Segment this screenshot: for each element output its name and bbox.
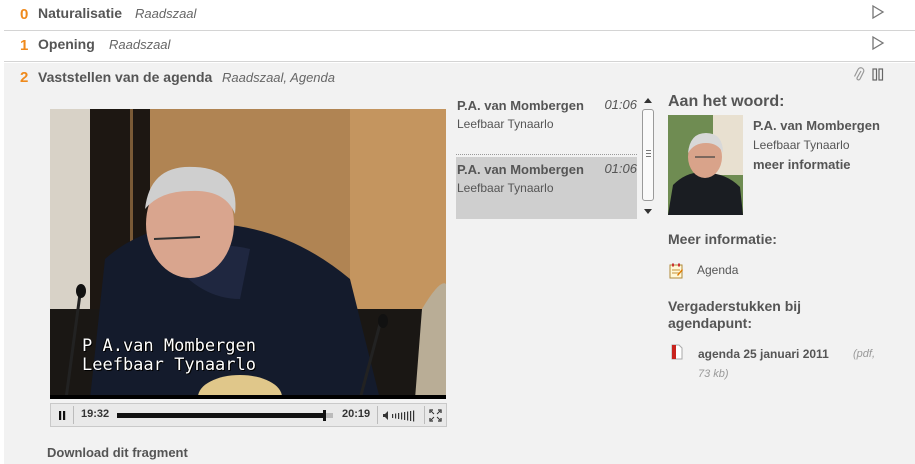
speaker-photo bbox=[668, 115, 743, 215]
agenda-item-number: 2 bbox=[20, 69, 29, 86]
scroll-down-icon[interactable] bbox=[644, 209, 652, 215]
scroll-up-icon[interactable] bbox=[644, 97, 652, 103]
play-icon[interactable] bbox=[871, 4, 885, 20]
seek-bar[interactable] bbox=[117, 410, 333, 421]
pdf-icon bbox=[671, 344, 683, 360]
speaker-list-scrollbar[interactable] bbox=[641, 93, 655, 219]
agenda-item-0[interactable]: 0 Naturalisatie Raadszaal bbox=[4, 0, 915, 31]
speaker-more-info-link[interactable]: meer informatie bbox=[753, 157, 851, 172]
speaker-name: P.A. van Mombergen bbox=[457, 98, 584, 113]
agenda-item-1[interactable]: 1 Opening Raadszaal bbox=[4, 31, 915, 62]
current-time: 19:32 bbox=[81, 408, 110, 420]
scrollbar-thumb[interactable] bbox=[642, 109, 654, 201]
play-icon[interactable] bbox=[871, 35, 885, 51]
document-size: 73 kb) bbox=[698, 368, 729, 380]
seek-bar-handle[interactable] bbox=[323, 410, 326, 421]
speaker-party: Leefbaar Tynaarlo bbox=[457, 181, 554, 195]
speaker-party: Leefbaar Tynaarlo bbox=[753, 138, 850, 152]
agenda-icon bbox=[669, 263, 683, 279]
divider bbox=[456, 154, 637, 155]
agenda-item-title[interactable]: Vaststellen van de agenda bbox=[38, 69, 212, 85]
video-controls: 19:32 20:19 bbox=[50, 403, 447, 427]
divider bbox=[73, 406, 74, 424]
agenda-item-number: 1 bbox=[20, 37, 29, 54]
divider bbox=[424, 406, 425, 424]
agenda-item-expanded: 2 Vaststellen van de agenda Raadszaal, A… bbox=[4, 63, 915, 464]
document-link[interactable]: agenda 25 januari 2011 bbox=[698, 347, 829, 361]
caption-line-name: P A.van Mombergen bbox=[82, 336, 256, 356]
duration: 20:19 bbox=[342, 408, 371, 420]
speaker-list-item[interactable]: P.A. van Mombergen Leefbaar Tynaarlo 01:… bbox=[456, 93, 637, 155]
document-type: (pdf, bbox=[853, 348, 876, 360]
divider bbox=[377, 406, 378, 424]
fullscreen-icon[interactable] bbox=[429, 409, 442, 422]
download-fragment-link[interactable]: Download dit fragment bbox=[47, 445, 188, 460]
pause-icon[interactable] bbox=[872, 68, 884, 81]
agenda-item-number: 0 bbox=[20, 6, 29, 23]
agenda-item-location: Raadszaal bbox=[135, 6, 197, 21]
speaker-time: 01:06 bbox=[604, 161, 637, 176]
vergaderstukken-heading: Vergaderstukken bij agendapunt: bbox=[668, 298, 802, 331]
meer-informatie-heading: Meer informatie: bbox=[668, 231, 777, 247]
volume-icon[interactable] bbox=[382, 409, 420, 422]
aan-het-woord-heading: Aan het woord: bbox=[668, 93, 785, 110]
speaker-list-item-selected[interactable]: P.A. van Mombergen Leefbaar Tynaarlo 01:… bbox=[456, 157, 637, 219]
speaker-name: P.A. van Mombergen bbox=[753, 118, 880, 133]
agenda-item-title: Opening bbox=[38, 36, 95, 52]
agenda-item-location: Raadszaal bbox=[109, 37, 171, 52]
grip-icon bbox=[646, 150, 651, 157]
speaker-name: P.A. van Mombergen bbox=[457, 162, 584, 177]
speaker-list: P.A. van Mombergen Leefbaar Tynaarlo 01:… bbox=[456, 93, 637, 219]
speaker-party: Leefbaar Tynaarlo bbox=[457, 117, 554, 131]
pause-icon[interactable] bbox=[55, 409, 69, 422]
caption-line-party: Leefbaar Tynaarlo bbox=[82, 355, 256, 375]
video-player[interactable]: P A.van Mombergen Leefbaar Tynaarlo bbox=[50, 109, 446, 399]
seek-bar-fill bbox=[117, 413, 324, 418]
agenda-item-title: Naturalisatie bbox=[38, 5, 123, 21]
paperclip-icon[interactable] bbox=[853, 67, 865, 83]
agenda-link[interactable]: Agenda bbox=[697, 263, 738, 277]
video-caption: P A.van Mombergen Leefbaar Tynaarlo bbox=[82, 337, 256, 375]
agenda-item-location: Raadszaal, Agenda bbox=[222, 70, 335, 85]
speaker-time: 01:06 bbox=[604, 97, 637, 112]
